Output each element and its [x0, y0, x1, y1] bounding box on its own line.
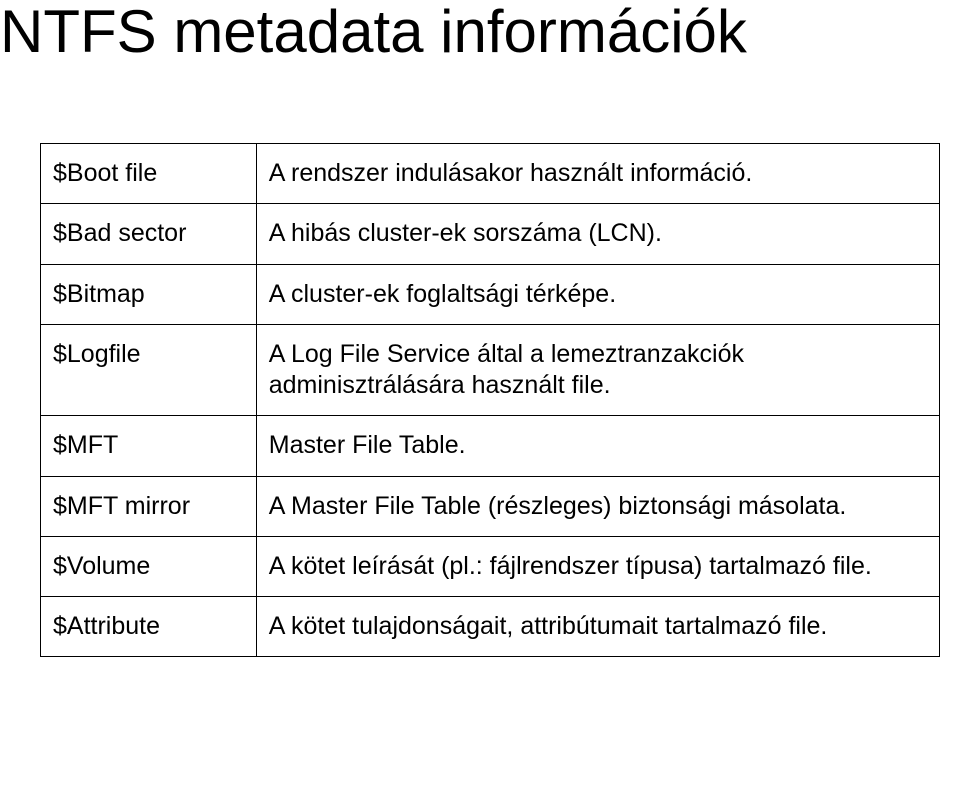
metadata-name: $Bad sector [41, 204, 257, 264]
metadata-desc: A hibás cluster-ek sorszáma (LCN). [256, 204, 939, 264]
metadata-desc: A kötet leírását (pl.: fájlrendszer típu… [256, 536, 939, 596]
metadata-desc: A Log File Service által a lemeztranzakc… [256, 324, 939, 416]
table-row: $Volume A kötet leírását (pl.: fájlrends… [41, 536, 940, 596]
table-row: $Attribute A kötet tulajdonságait, attri… [41, 597, 940, 657]
metadata-name: $Logfile [41, 324, 257, 416]
metadata-table-wrap: $Boot file A rendszer indulásakor haszná… [40, 143, 940, 657]
metadata-desc: A cluster-ek foglaltsági térképe. [256, 264, 939, 324]
metadata-desc: A Master File Table (részleges) biztonsá… [256, 476, 939, 536]
table-row: $Logfile A Log File Service által a leme… [41, 324, 940, 416]
table-row: $Bitmap A cluster-ek foglaltsági térképe… [41, 264, 940, 324]
metadata-name: $Attribute [41, 597, 257, 657]
metadata-desc: A kötet tulajdonságait, attribútumait ta… [256, 597, 939, 657]
page-title: NTFS metadata információk [0, 0, 960, 63]
table-row: $Bad sector A hibás cluster-ek sorszáma … [41, 204, 940, 264]
metadata-table: $Boot file A rendszer indulásakor haszná… [40, 143, 940, 657]
metadata-name: $Boot file [41, 144, 257, 204]
table-row: $Boot file A rendszer indulásakor haszná… [41, 144, 940, 204]
metadata-name: $Bitmap [41, 264, 257, 324]
metadata-name: $MFT [41, 416, 257, 476]
metadata-desc: Master File Table. [256, 416, 939, 476]
metadata-name: $MFT mirror [41, 476, 257, 536]
table-row: $MFT Master File Table. [41, 416, 940, 476]
table-row: $MFT mirror A Master File Table (részleg… [41, 476, 940, 536]
metadata-desc: A rendszer indulásakor használt informác… [256, 144, 939, 204]
metadata-name: $Volume [41, 536, 257, 596]
page: NTFS metadata információk $Boot file A r… [0, 0, 960, 811]
